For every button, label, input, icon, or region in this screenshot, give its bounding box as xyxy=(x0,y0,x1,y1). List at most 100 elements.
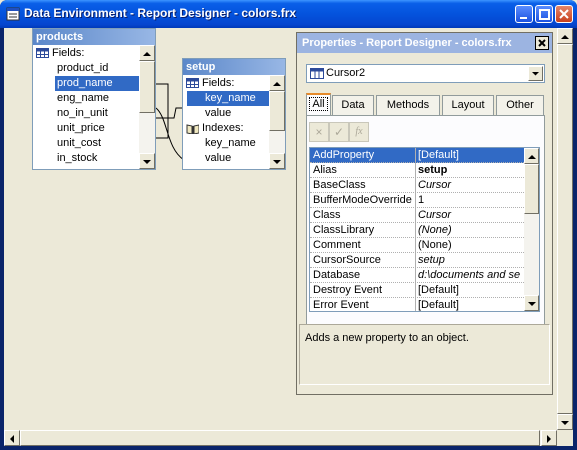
field-key-name[interactable]: key_name xyxy=(187,91,269,106)
setup-fields-label: Fields: xyxy=(202,77,235,89)
property-row[interactable]: CursorSource setup xyxy=(310,253,524,268)
property-row[interactable]: Alias setup xyxy=(310,163,524,178)
products-cursor-title[interactable]: products xyxy=(33,29,155,45)
property-name: Comment xyxy=(313,239,361,251)
tab-other[interactable]: Other xyxy=(496,95,544,115)
setup-scroll-down-button[interactable] xyxy=(269,153,285,169)
field-value[interactable]: value xyxy=(187,106,269,121)
property-name: Destroy Event xyxy=(313,284,383,296)
close-button[interactable] xyxy=(555,5,573,23)
object-selector-dropdown-button[interactable] xyxy=(528,66,543,81)
scroll-left-button[interactable] xyxy=(4,430,20,446)
minimize-button[interactable] xyxy=(515,5,533,23)
property-name: Database xyxy=(313,269,361,281)
minimize-icon xyxy=(520,17,527,19)
vertical-scrollbar[interactable] xyxy=(557,28,573,430)
field-prod-name[interactable]: prod_name xyxy=(55,76,139,91)
setup-scroll-thumb[interactable] xyxy=(269,91,285,131)
property-value: 1 xyxy=(418,194,425,206)
property-value: Cursor xyxy=(418,209,452,221)
index-key-name[interactable]: key_name xyxy=(187,136,269,151)
products-scroll-thumb[interactable] xyxy=(139,61,155,113)
property-scroll-up-button[interactable] xyxy=(524,148,539,164)
properties-tabs: All Data Methods Layout Other xyxy=(306,93,545,116)
title-bar[interactable]: Data Environment - Report Designer - col… xyxy=(0,0,577,28)
properties-close-button[interactable] xyxy=(535,36,549,50)
vertical-scroll-thumb[interactable] xyxy=(557,44,573,414)
function-builder-button[interactable]: fx xyxy=(349,122,369,142)
property-grid-scrollbar[interactable] xyxy=(524,148,539,311)
column-divider xyxy=(415,193,416,208)
scroll-down-button[interactable] xyxy=(557,414,573,430)
property-name: ClassLibrary xyxy=(313,224,375,236)
index-value[interactable]: value xyxy=(187,151,269,166)
object-selector-value: Cursor2 xyxy=(326,67,366,79)
property-row[interactable]: Comment (None) xyxy=(310,238,524,253)
property-row[interactable]: ClassLibrary (None) xyxy=(310,223,524,238)
object-selector-dropdown[interactable]: Cursor2 xyxy=(306,64,545,83)
arrow-up-icon xyxy=(561,35,569,39)
arrow-down-icon xyxy=(528,302,536,306)
tab-all-label: All xyxy=(309,97,328,111)
book-icon xyxy=(186,124,199,134)
property-name: BufferModeOverride xyxy=(313,194,412,206)
properties-window[interactable]: Properties - Report Designer - colors.fr… xyxy=(296,32,553,395)
close-icon xyxy=(538,39,546,47)
products-scroll-down-button[interactable] xyxy=(139,153,155,169)
field-in-stock[interactable]: in_stock xyxy=(55,151,139,166)
column-divider xyxy=(415,238,416,253)
products-cursor[interactable]: products Fields: product_id prod_name en… xyxy=(32,28,156,170)
property-row[interactable]: Class Cursor xyxy=(310,208,524,223)
property-name: AddProperty xyxy=(313,149,375,161)
property-value: [Default] xyxy=(418,299,459,311)
property-value: [Default] xyxy=(418,284,459,296)
products-fields-label: Fields: xyxy=(52,47,85,59)
column-divider xyxy=(415,268,416,283)
property-row[interactable]: BaseClass Cursor xyxy=(310,178,524,193)
property-name: Class xyxy=(313,209,341,221)
property-value: [Default] xyxy=(418,149,459,161)
property-name: Alias xyxy=(313,164,337,176)
arrow-up-icon xyxy=(528,155,536,159)
property-row[interactable]: Destroy Event [Default] xyxy=(310,283,524,298)
horizontal-scrollbar[interactable] xyxy=(4,430,557,446)
products-scroll-up-button[interactable] xyxy=(139,45,155,61)
property-name: Error Event xyxy=(313,299,369,311)
field-product-id[interactable]: product_id xyxy=(55,61,139,76)
property-row[interactable]: Database d:\documents and se xyxy=(310,268,524,283)
cancel-edit-button[interactable]: × xyxy=(309,122,329,142)
property-name: CursorSource xyxy=(313,254,381,266)
property-row[interactable]: AddProperty [Default] xyxy=(310,148,524,163)
size-grip[interactable] xyxy=(557,430,573,446)
setup-cursor-title[interactable]: setup xyxy=(183,59,285,75)
arrow-down-icon xyxy=(143,160,151,164)
field-no-in-unit[interactable]: no_in_unit xyxy=(55,106,139,121)
property-value: (None) xyxy=(418,224,452,236)
column-divider xyxy=(415,223,416,238)
setup-scrollbar[interactable] xyxy=(269,75,285,169)
maximize-icon xyxy=(539,9,550,20)
property-grid[interactable]: AddProperty [Default] Alias setup BaseCl… xyxy=(309,147,540,312)
properties-title-bar[interactable]: Properties - Report Designer - colors.fr… xyxy=(297,33,552,53)
products-scrollbar[interactable] xyxy=(139,45,155,169)
scroll-up-button[interactable] xyxy=(557,28,573,44)
accept-edit-button[interactable]: ✓ xyxy=(329,122,349,142)
property-scroll-down-button[interactable] xyxy=(524,295,539,311)
scroll-right-button[interactable] xyxy=(541,430,557,446)
field-unit-cost[interactable]: unit_cost xyxy=(55,136,139,151)
window-title: Data Environment - Report Designer - col… xyxy=(24,6,297,20)
tab-layout[interactable]: Layout xyxy=(442,95,494,115)
maximize-button[interactable] xyxy=(535,5,553,23)
setup-cursor[interactable]: setup Fields: key_name value Indexes: ke xyxy=(182,58,286,170)
property-row[interactable]: Error Event [Default] xyxy=(310,298,524,311)
field-unit-price[interactable]: unit_price xyxy=(55,121,139,136)
tab-all[interactable]: All xyxy=(306,93,331,116)
tab-methods[interactable]: Methods xyxy=(376,95,440,115)
field-eng-name[interactable]: eng_name xyxy=(55,91,139,106)
property-scroll-thumb[interactable] xyxy=(524,164,539,214)
tab-data[interactable]: Data xyxy=(332,95,374,115)
setup-scroll-up-button[interactable] xyxy=(269,75,285,91)
close-icon xyxy=(559,9,569,19)
property-row[interactable]: BufferModeOverride 1 xyxy=(310,193,524,208)
horizontal-scroll-thumb[interactable] xyxy=(20,430,540,446)
